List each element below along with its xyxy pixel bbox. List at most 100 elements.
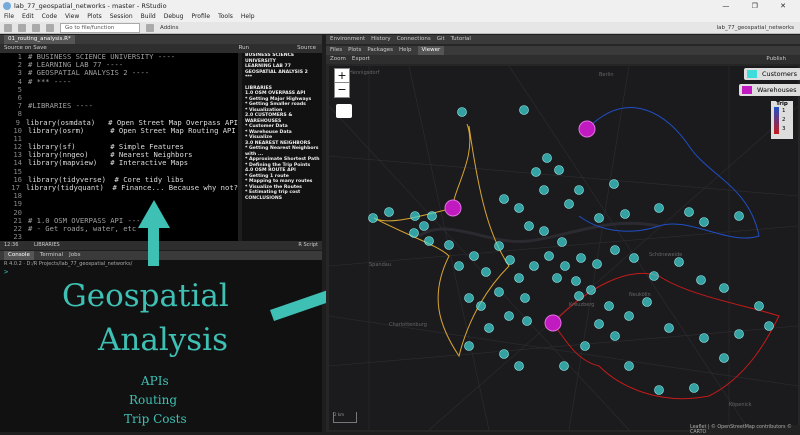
customer-marker[interactable]	[368, 213, 378, 223]
customer-marker[interactable]	[424, 236, 434, 246]
customer-marker[interactable]	[481, 267, 491, 277]
customer-marker[interactable]	[610, 245, 620, 255]
customer-marker[interactable]	[557, 237, 567, 247]
customer-marker[interactable]	[586, 285, 596, 295]
customer-marker[interactable]	[574, 185, 584, 195]
customer-marker[interactable]	[654, 203, 664, 213]
customer-marker[interactable]	[514, 273, 524, 283]
tab-packages[interactable]: Packages	[367, 46, 393, 55]
customer-marker[interactable]	[664, 323, 674, 333]
warehouse-marker[interactable]	[578, 120, 596, 138]
tab-history[interactable]: History	[371, 35, 391, 44]
layers-control-icon[interactable]	[336, 104, 352, 118]
customer-marker[interactable]	[457, 107, 467, 117]
customer-marker[interactable]	[454, 261, 464, 271]
customer-marker[interactable]	[539, 226, 549, 236]
tab-files[interactable]: Files	[330, 46, 342, 55]
customer-marker[interactable]	[594, 319, 604, 329]
customer-marker[interactable]	[410, 211, 420, 221]
customer-marker[interactable]	[519, 105, 529, 115]
tab-environment[interactable]: Environment	[330, 35, 365, 44]
customer-marker[interactable]	[384, 207, 394, 217]
customer-marker[interactable]	[620, 209, 630, 219]
customer-marker[interactable]	[514, 203, 524, 213]
customer-marker[interactable]	[674, 257, 684, 267]
customer-marker[interactable]	[734, 329, 744, 339]
customer-marker[interactable]	[629, 253, 639, 263]
customer-marker[interactable]	[594, 213, 604, 223]
publish-button[interactable]: Publish	[766, 55, 786, 64]
tab-git[interactable]: Git	[437, 35, 445, 44]
customer-marker[interactable]	[539, 185, 549, 195]
customer-marker[interactable]	[499, 194, 509, 204]
tab-tutorial[interactable]: Tutorial	[451, 35, 471, 44]
customer-marker[interactable]	[504, 311, 514, 321]
tab-plots[interactable]: Plots	[348, 46, 361, 55]
customer-marker[interactable]	[499, 349, 509, 359]
customer-marker[interactable]	[552, 273, 562, 283]
tab-help[interactable]: Help	[399, 46, 412, 55]
map-canvas[interactable]: Berlin Hennigsdorf Spandau Charlottenbur…	[329, 66, 798, 430]
customer-marker[interactable]	[520, 293, 530, 303]
customer-marker[interactable]	[610, 331, 620, 341]
customer-marker[interactable]	[654, 385, 664, 395]
customer-marker[interactable]	[554, 165, 564, 175]
customer-marker[interactable]	[419, 221, 429, 231]
customer-marker[interactable]	[409, 228, 419, 238]
tab-connections[interactable]: Connections	[397, 35, 431, 44]
customer-marker[interactable]	[494, 287, 504, 297]
customer-marker[interactable]	[719, 283, 729, 293]
leaflet-map[interactable]: Berlin Hennigsdorf Spandau Charlottenbur…	[329, 66, 798, 430]
customer-marker[interactable]	[476, 301, 486, 311]
customer-marker[interactable]	[464, 341, 474, 351]
customer-marker[interactable]	[696, 275, 706, 285]
customer-marker[interactable]	[764, 321, 774, 331]
zoom-button[interactable]: Zoom	[330, 55, 346, 64]
customer-marker[interactable]	[574, 291, 584, 301]
customer-marker[interactable]	[522, 316, 532, 326]
customer-marker[interactable]	[464, 293, 474, 303]
customer-marker[interactable]	[624, 361, 634, 371]
customer-marker[interactable]	[624, 311, 634, 321]
customer-marker[interactable]	[505, 255, 515, 265]
warehouse-marker[interactable]	[544, 314, 562, 332]
customer-markers	[368, 105, 774, 395]
customer-marker[interactable]	[484, 323, 494, 333]
customer-marker[interactable]	[719, 353, 729, 363]
customer-marker[interactable]	[531, 167, 541, 177]
customer-marker[interactable]	[571, 276, 581, 286]
customer-marker[interactable]	[514, 361, 524, 371]
customer-marker[interactable]	[564, 199, 574, 209]
map-attribution[interactable]: Leaflet | © OpenStreetMap contributors ©…	[690, 425, 800, 435]
customer-marker[interactable]	[524, 221, 534, 231]
zoom-out-button[interactable]: −	[334, 82, 350, 98]
customer-marker[interactable]	[592, 259, 602, 269]
customer-marker[interactable]	[544, 251, 554, 261]
customer-marker[interactable]	[576, 253, 586, 263]
customer-marker[interactable]	[754, 301, 764, 311]
customer-marker[interactable]	[642, 297, 652, 307]
tab-viewer[interactable]: Viewer	[417, 46, 445, 55]
customer-marker[interactable]	[684, 207, 694, 217]
customer-marker[interactable]	[604, 301, 614, 311]
customer-marker[interactable]	[444, 240, 454, 250]
legend-warehouses-toggle[interactable]: Warehouses	[739, 84, 800, 96]
customer-marker[interactable]	[699, 333, 709, 343]
customer-marker[interactable]	[427, 211, 437, 221]
customer-marker[interactable]	[689, 383, 699, 393]
customer-marker[interactable]	[560, 261, 570, 271]
customer-marker[interactable]	[469, 251, 479, 261]
export-button[interactable]: Export	[352, 55, 370, 64]
legend-customers-toggle[interactable]: Customers	[744, 68, 800, 80]
customer-marker[interactable]	[559, 361, 569, 371]
customer-marker[interactable]	[529, 261, 539, 271]
customer-marker[interactable]	[734, 211, 744, 221]
customer-marker[interactable]	[649, 271, 659, 281]
warehouse-marker[interactable]	[444, 199, 462, 217]
customer-marker[interactable]	[609, 179, 619, 189]
customer-marker[interactable]	[580, 341, 590, 351]
customer-marker[interactable]	[699, 217, 709, 227]
customer-marker[interactable]	[542, 153, 552, 163]
route-trip-1[interactable]	[578, 107, 760, 239]
customer-marker[interactable]	[494, 241, 504, 251]
